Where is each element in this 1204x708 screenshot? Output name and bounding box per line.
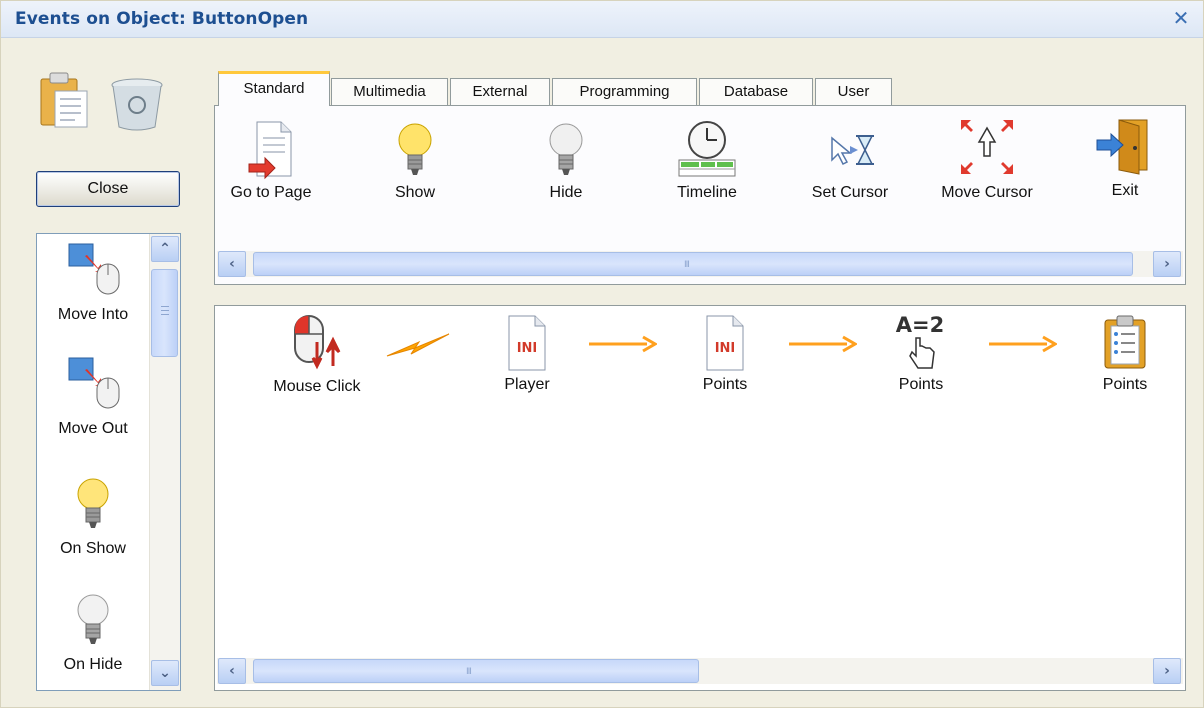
scroll-thumb[interactable]: III [253,252,1133,276]
cursor-hourglass-icon [831,135,874,166]
scroll-right-icon[interactable]: › [1153,658,1181,684]
action-label: Hide [549,184,583,201]
move-into-icon [68,243,120,295]
palette-scrollbar[interactable]: ‹ III › [217,251,1183,277]
tab-programming[interactable]: Programming [552,78,697,106]
move-cursor-icon [961,120,1013,174]
move-out-icon [68,357,120,409]
action-label: Set Cursor [811,184,889,201]
flow-label: Points [1102,376,1148,393]
flow-label: Player [504,376,550,393]
action-hide[interactable]: Hide [521,120,611,202]
event-on-show[interactable]: On Show [37,476,149,558]
scroll-right-icon[interactable]: › [1153,251,1181,277]
event-label: Move Into [57,306,129,323]
tab-standard[interactable]: Standard [218,71,330,106]
event-on-hide[interactable]: On Hide [37,592,149,674]
close-icon[interactable]: ✕ [1171,7,1191,29]
flow-arrow-icon [789,335,857,353]
flow-node-points-ini[interactable]: INI Points [665,314,785,394]
events-window: Events on Object: ButtonOpen ✕ Close Mov… [0,0,1204,708]
action-label: Exit [1111,182,1139,199]
exit-door-icon [1096,119,1148,175]
title-bar: Events on Object: ButtonOpen ✕ [1,1,1203,38]
svg-text:A=2: A=2 [896,313,944,337]
scroll-thumb[interactable]: III [253,659,699,683]
action-move-cursor[interactable]: Move Cursor [925,114,1049,202]
scroll-left-icon[interactable]: ‹ [218,658,246,684]
paste-icon[interactable] [37,69,91,135]
lightning-connector-icon [386,333,450,357]
event-label: On Hide [63,656,123,673]
action-label: Show [394,184,436,201]
timeline-clock-icon [678,121,736,177]
lightbulb-on-icon [398,123,432,175]
event-flow-canvas[interactable]: Mouse Click INI Player INI Points A=2 Po… [214,305,1186,691]
scroll-down-icon[interactable]: ⌄ [151,660,179,686]
lightbulb-on-icon [77,478,109,528]
event-list: Move Into Move Out On Show On Hide ⌃ ⌄ [36,233,181,691]
page-arrow-icon [248,121,292,180]
tab-multimedia[interactable]: Multimedia [331,78,448,106]
tab-user[interactable]: User [815,78,892,106]
action-exit[interactable]: Exit [1085,116,1165,200]
action-label: Go to Page [230,184,312,201]
close-button[interactable]: Close [36,171,180,207]
event-move-into[interactable]: Move Into [37,242,149,324]
lightbulb-off-icon [77,594,109,644]
action-show[interactable]: Show [365,120,465,202]
lightbulb-off-icon [549,123,583,175]
canvas-scrollbar[interactable]: ‹ III › [217,658,1183,684]
event-label: On Show [60,540,126,557]
action-timeline[interactable]: Timeline [657,120,757,202]
ini-file-icon: INI [706,315,744,371]
recycle-bin-icon[interactable] [108,75,166,137]
flow-label: Mouse Click [273,378,361,395]
ini-file-icon: INI [508,315,546,371]
action-set-cursor[interactable]: Set Cursor [795,120,905,202]
action-label: Timeline [677,184,737,201]
action-go-to-page[interactable]: Go to Page [221,120,321,202]
scroll-up-icon[interactable]: ⌃ [151,236,179,262]
event-list-scrollbar[interactable]: ⌃ ⌄ [149,234,180,690]
svg-text:INI: INI [715,341,736,356]
flow-node-player[interactable]: INI Player [467,314,587,394]
svg-text:INI: INI [517,341,538,356]
flow-node-points-assign[interactable]: A=2 Points [861,310,981,394]
action-palette: Go to Page Show Hide Timeline Set Cursor… [214,105,1186,285]
flow-label: Points [898,376,944,393]
event-label: Move Out [58,420,128,437]
action-label: Move Cursor [941,184,1033,201]
tab-database[interactable]: Database [699,78,813,106]
tab-external[interactable]: External [450,78,550,106]
flow-arrow-icon [989,335,1057,353]
flow-node-points-list[interactable]: Points [1075,312,1175,394]
clipboard-list-icon [1104,315,1146,369]
mouse-click-icon [294,315,341,370]
scroll-thumb[interactable] [151,269,178,357]
event-move-out[interactable]: Move Out [37,356,149,438]
flow-label: Points [702,376,748,393]
window-title: Events on Object: ButtonOpen [15,9,309,29]
flow-node-mouse-click[interactable]: Mouse Click [255,312,379,396]
flow-arrow-icon [589,335,657,353]
scroll-left-icon[interactable]: ‹ [218,251,246,277]
assign-hand-icon: A=2 [896,313,944,369]
